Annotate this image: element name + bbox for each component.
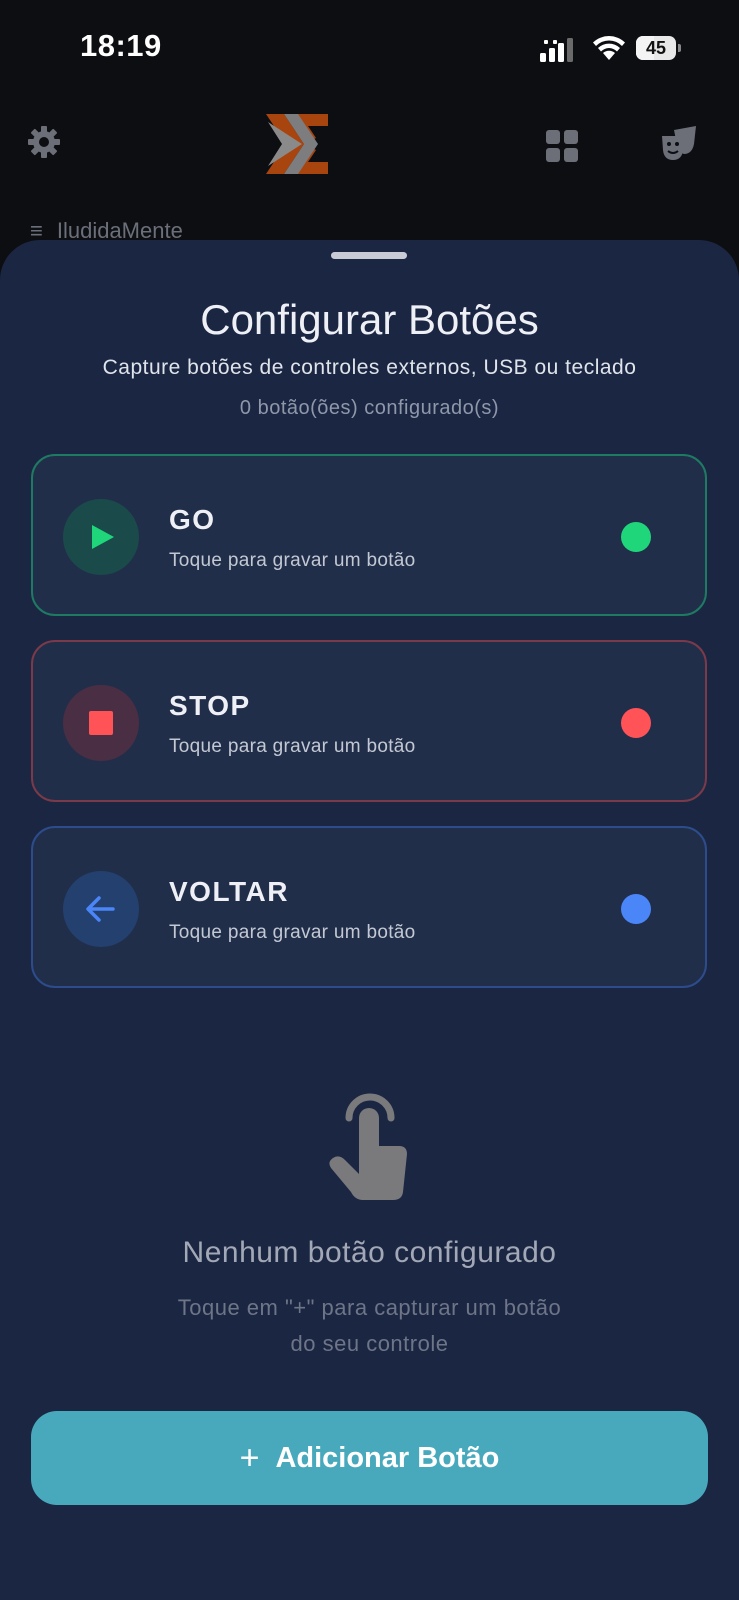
configure-buttons-sheet: Configurar Botões Capture botões de cont…: [0, 240, 739, 1600]
add-button[interactable]: + Adicionar Botão: [31, 1411, 708, 1505]
app-logo: [266, 114, 328, 174]
voltar-icon-circle: [63, 871, 139, 947]
wifi-icon: [593, 36, 625, 60]
sheet-title: Configurar Botões: [200, 296, 539, 343]
configured-count: 0 botão(ões) configurado(s): [239, 397, 500, 419]
cellular-signal-icon: [540, 38, 573, 62]
card-label: VOLTAR: [169, 876, 289, 907]
gear-icon[interactable]: [26, 124, 62, 160]
go-button-card[interactable]: GO Toque para gravar um botão: [31, 454, 707, 616]
status-dot: [621, 708, 651, 738]
stop-button-card[interactable]: STOP Toque para gravar um botão: [31, 640, 707, 802]
card-hint: Toque para gravar um botão: [169, 736, 416, 757]
plus-icon: +: [239, 1439, 260, 1477]
tap-hand-icon: [329, 1093, 407, 1200]
empty-state-description: Toque em "+" para capturar um botão do s…: [177, 1295, 562, 1356]
status-dot: [621, 894, 651, 924]
status-dot: [621, 522, 651, 552]
play-icon: [92, 525, 114, 549]
go-icon-circle: [63, 499, 139, 575]
status-time: 18:19: [80, 28, 162, 63]
stop-icon: [89, 711, 113, 735]
voltar-button-card[interactable]: VOLTAR Toque para gravar um botão: [31, 826, 707, 988]
add-button-label: Adicionar Botão: [275, 1442, 500, 1474]
card-label: STOP: [169, 690, 251, 721]
status-bar: 18:19 45: [0, 0, 739, 96]
empty-state-title: Nenhum botão configurado: [182, 1236, 557, 1269]
battery-icon: 45: [636, 36, 682, 62]
sheet-subtitle: Capture botões de controles externos, US…: [102, 356, 637, 379]
theater-masks-icon[interactable]: [660, 126, 698, 162]
card-hint: Toque para gravar um botão: [169, 550, 416, 571]
sheet-drag-handle[interactable]: [331, 252, 407, 259]
app-header: [0, 96, 739, 206]
card-label: GO: [169, 504, 216, 535]
battery-percent: 45: [645, 38, 667, 58]
grid-icon[interactable]: [546, 130, 578, 162]
arrow-left-icon: [86, 896, 115, 922]
card-hint: Toque para gravar um botão: [169, 922, 416, 943]
stop-icon-circle: [63, 685, 139, 761]
